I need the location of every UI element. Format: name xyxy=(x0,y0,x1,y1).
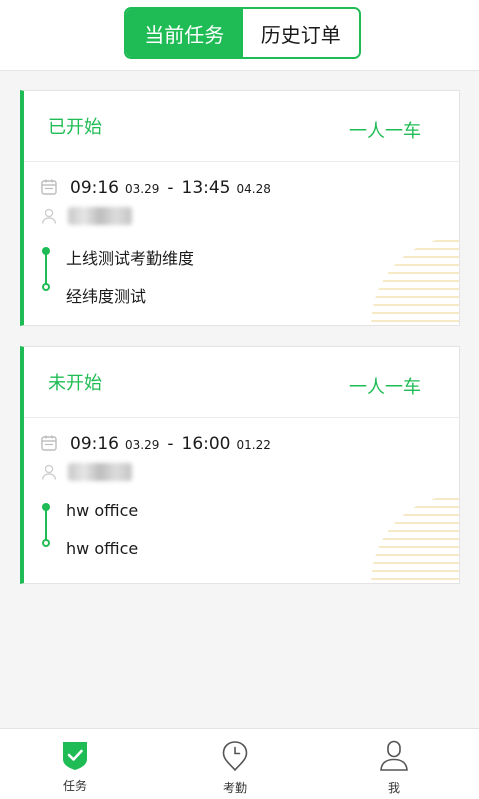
check-shield-icon xyxy=(63,742,87,770)
task-tab-switcher: 当前任务 历史订单 xyxy=(124,7,361,59)
decorative-stripes xyxy=(371,240,459,322)
user-icon xyxy=(41,208,57,224)
nav-me-label: 我 xyxy=(387,781,400,795)
origin-dot xyxy=(42,247,50,255)
destination-dot xyxy=(42,283,50,291)
calendar-icon xyxy=(41,179,57,195)
task-driver xyxy=(40,207,132,225)
task-driver xyxy=(40,463,132,481)
origin-address: hw office xyxy=(66,501,139,520)
top-header: 当前任务 历史订单 xyxy=(0,0,479,71)
origin-address: 上线测试考勤维度 xyxy=(66,249,195,268)
nav-attendance-label: 考勤 xyxy=(222,781,247,795)
destination-dot xyxy=(42,539,50,547)
task-card-header: 已开始 一人一车 xyxy=(24,91,459,162)
decorative-stripes xyxy=(371,498,459,580)
clock-pin-icon xyxy=(222,741,248,772)
driver-name-blurred xyxy=(68,463,132,481)
start-time: 09:16 xyxy=(70,434,119,454)
origin-dot xyxy=(42,503,50,511)
nav-tasks-label: 任务 xyxy=(62,779,87,793)
tab-current-tasks[interactable]: 当前任务 xyxy=(126,9,243,57)
tab-history-orders[interactable]: 历史订单 xyxy=(242,9,359,57)
bottom-navigation: 任务 考勤 我 xyxy=(0,728,479,799)
person-icon xyxy=(380,740,408,771)
nav-me[interactable]: 我 xyxy=(359,739,429,796)
task-time-range: 09:16 03.29 - 13:45 04.28 xyxy=(40,175,271,198)
end-time: 13:45 xyxy=(181,178,231,198)
task-card-header: 未开始 一人一车 xyxy=(24,347,459,418)
nav-tasks[interactable]: 任务 xyxy=(40,739,110,794)
task-mode: 一人一车 xyxy=(349,377,421,398)
destination-address: hw office xyxy=(66,539,139,558)
user-icon xyxy=(41,464,57,480)
end-date: 04.28 xyxy=(236,182,271,196)
task-card[interactable]: 已开始 一人一车 09:16 03.29 - 13:45 04.28 上线测试考… xyxy=(20,90,460,326)
task-mode: 一人一车 xyxy=(349,121,421,142)
start-date: 03.29 xyxy=(125,438,160,452)
task-status: 未开始 xyxy=(48,373,102,394)
task-time-range: 09:16 03.29 - 16:00 01.22 xyxy=(40,431,271,454)
start-date: 03.29 xyxy=(125,182,160,196)
task-card[interactable]: 未开始 一人一车 09:16 03.29 - 16:00 01.22 hw of… xyxy=(20,346,460,584)
calendar-icon xyxy=(41,435,57,451)
nav-attendance[interactable]: 考勤 xyxy=(200,739,270,796)
end-time: 16:00 xyxy=(181,434,231,454)
task-status: 已开始 xyxy=(48,117,102,138)
start-time: 09:16 xyxy=(70,178,119,198)
end-date: 01.22 xyxy=(236,438,271,452)
time-separator: - xyxy=(167,178,174,198)
driver-name-blurred xyxy=(68,207,132,225)
time-separator: - xyxy=(167,434,174,454)
destination-address: 经纬度测试 xyxy=(66,287,147,306)
